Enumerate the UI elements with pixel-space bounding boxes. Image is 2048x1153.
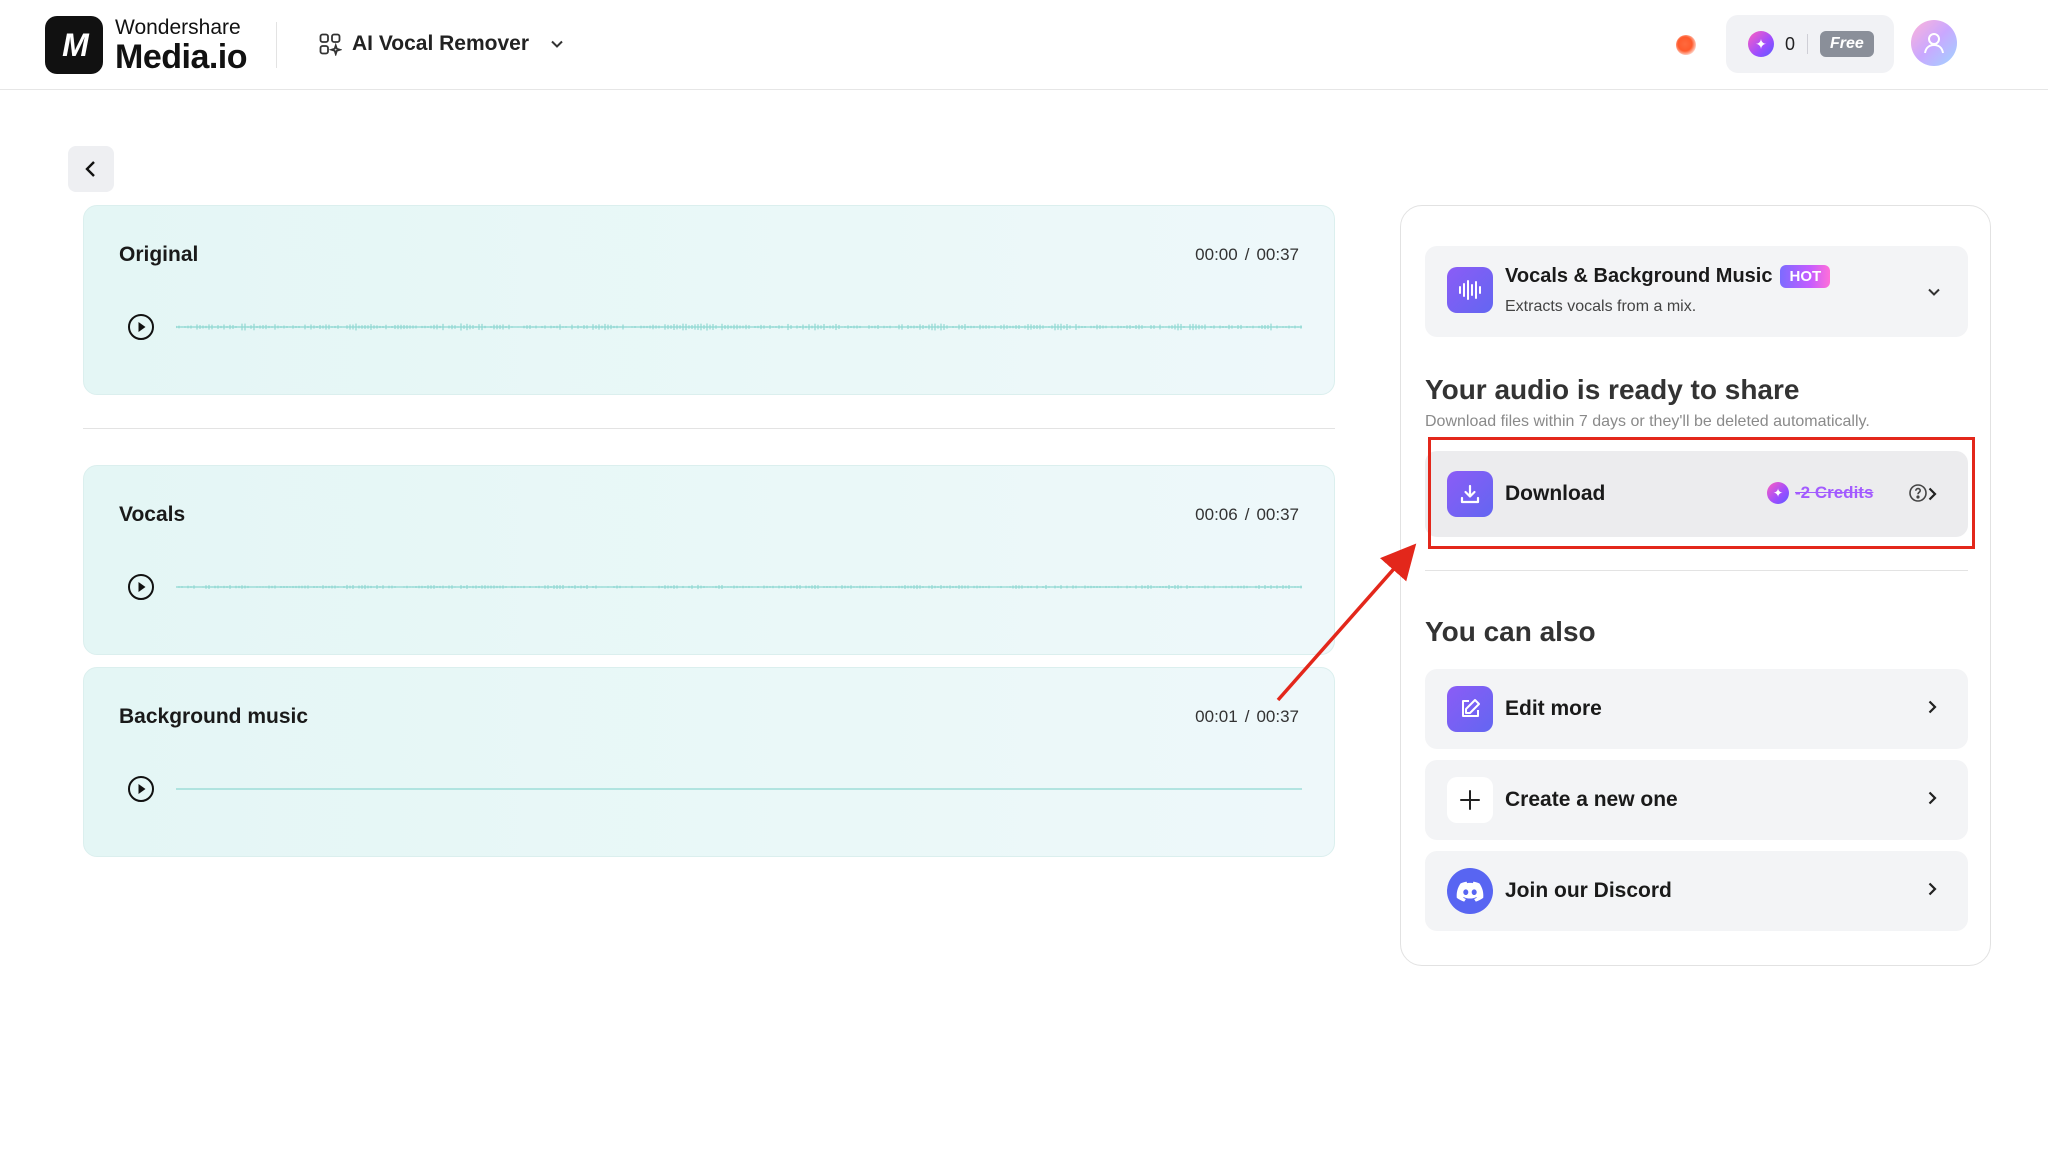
chevron-right-icon: [1928, 487, 1937, 501]
chevron-right-icon: [1928, 791, 1937, 805]
mode-subtitle: Extracts vocals from a mix.: [1505, 298, 1697, 315]
app-logo[interactable]: M Wondershare Media.io: [45, 15, 248, 76]
download-icon: [1447, 471, 1493, 517]
time-separator: /: [1244, 707, 1250, 726]
track-card-vocals: Vocals 00:06 / 00:37: [83, 465, 1335, 655]
credit-sparkle-icon: ✦: [1748, 31, 1774, 57]
download-credit-cost: ✦ -2 Credits: [1767, 482, 1873, 504]
discord-icon: [1447, 868, 1493, 914]
download-button[interactable]: Download ✦ -2 Credits: [1425, 451, 1968, 537]
time-separator: /: [1244, 505, 1250, 524]
current-time: 00:01: [1195, 707, 1238, 726]
current-time: 00:00: [1195, 245, 1238, 264]
logo-product: Media.io: [115, 37, 248, 76]
download-label: Download: [1505, 482, 1606, 505]
user-avatar[interactable]: [1911, 20, 1957, 66]
credit-sparkle-icon: ✦: [1767, 482, 1789, 504]
credits-separator: [1807, 34, 1809, 54]
header-divider: [276, 22, 277, 68]
audio-wave-icon: [1447, 267, 1493, 313]
credits-count: 0: [1785, 33, 1796, 54]
separation-mode-selector[interactable]: Vocals & Background Music HOT Extracts v…: [1425, 246, 1968, 337]
time-separator: /: [1244, 245, 1250, 264]
play-icon[interactable]: [127, 573, 155, 601]
play-icon[interactable]: [127, 313, 155, 341]
duration: 00:37: [1256, 505, 1299, 524]
waveform[interactable]: [176, 775, 1302, 803]
edit-icon: [1447, 686, 1493, 732]
chevron-right-icon: [1928, 700, 1937, 714]
chevron-left-icon: [85, 161, 95, 177]
join-discord-button[interactable]: Join our Discord: [1425, 851, 1968, 931]
track-time: 00:06 / 00:37: [1195, 505, 1299, 525]
chevron-down-icon: [1928, 288, 1940, 296]
waveform[interactable]: [176, 313, 1302, 341]
track-title: Original: [119, 243, 199, 266]
top-header: M Wondershare Media.io AI Vocal Remover …: [0, 0, 2048, 90]
ready-title: Your audio is ready to share: [1425, 374, 1800, 405]
action-label: Create a new one: [1505, 788, 1678, 811]
back-button[interactable]: [68, 146, 114, 192]
credits-widget[interactable]: ✦ 0 Free: [1726, 15, 1894, 73]
credit-cost-text: -2 Credits: [1795, 483, 1874, 502]
user-icon: [1924, 33, 1944, 54]
play-icon[interactable]: [127, 775, 155, 803]
result-panel: Vocals & Background Music HOT Extracts v…: [1400, 205, 1991, 966]
track-card-background-music: Background music 00:01 / 00:37: [83, 667, 1335, 857]
duration: 00:37: [1256, 245, 1299, 264]
track-time: 00:00 / 00:37: [1195, 245, 1299, 265]
also-title: You can also: [1425, 616, 1596, 647]
create-new-button[interactable]: Create a new one: [1425, 760, 1968, 840]
ready-subtitle: Download files within 7 days or they'll …: [1425, 413, 1870, 430]
plus-icon: [1447, 777, 1493, 823]
logo-text: Wondershare Media.io: [115, 15, 248, 76]
notification-dot[interactable]: [1676, 35, 1696, 55]
waveform[interactable]: [176, 573, 1302, 601]
tool-selector[interactable]: AI Vocal Remover: [318, 26, 567, 62]
duration: 00:37: [1256, 707, 1299, 726]
mode-title-text: Vocals & Background Music: [1505, 265, 1773, 287]
action-label: Join our Discord: [1505, 879, 1672, 902]
hot-badge: HOT: [1780, 265, 1831, 288]
tool-name: AI Vocal Remover: [352, 32, 530, 55]
logo-brand: Wondershare: [115, 15, 241, 39]
current-time: 00:06: [1195, 505, 1238, 524]
mode-title: Vocals & Background Music HOT: [1505, 265, 1831, 288]
track-title: Vocals: [119, 503, 186, 526]
track-card-original: Original 00:00 / 00:37: [83, 205, 1335, 395]
action-label: Edit more: [1505, 697, 1602, 720]
section-divider: [83, 428, 1335, 429]
edit-more-button[interactable]: Edit more: [1425, 669, 1968, 749]
plan-badge: Free: [1820, 31, 1874, 57]
apps-grid-icon: [319, 33, 342, 56]
chevron-right-icon: [1928, 882, 1937, 896]
track-time: 00:01 / 00:37: [1195, 707, 1299, 727]
logo-mark-icon: M: [45, 16, 103, 74]
track-title: Background music: [119, 705, 309, 728]
chevron-down-icon: [551, 40, 563, 48]
panel-divider: [1425, 570, 1968, 571]
